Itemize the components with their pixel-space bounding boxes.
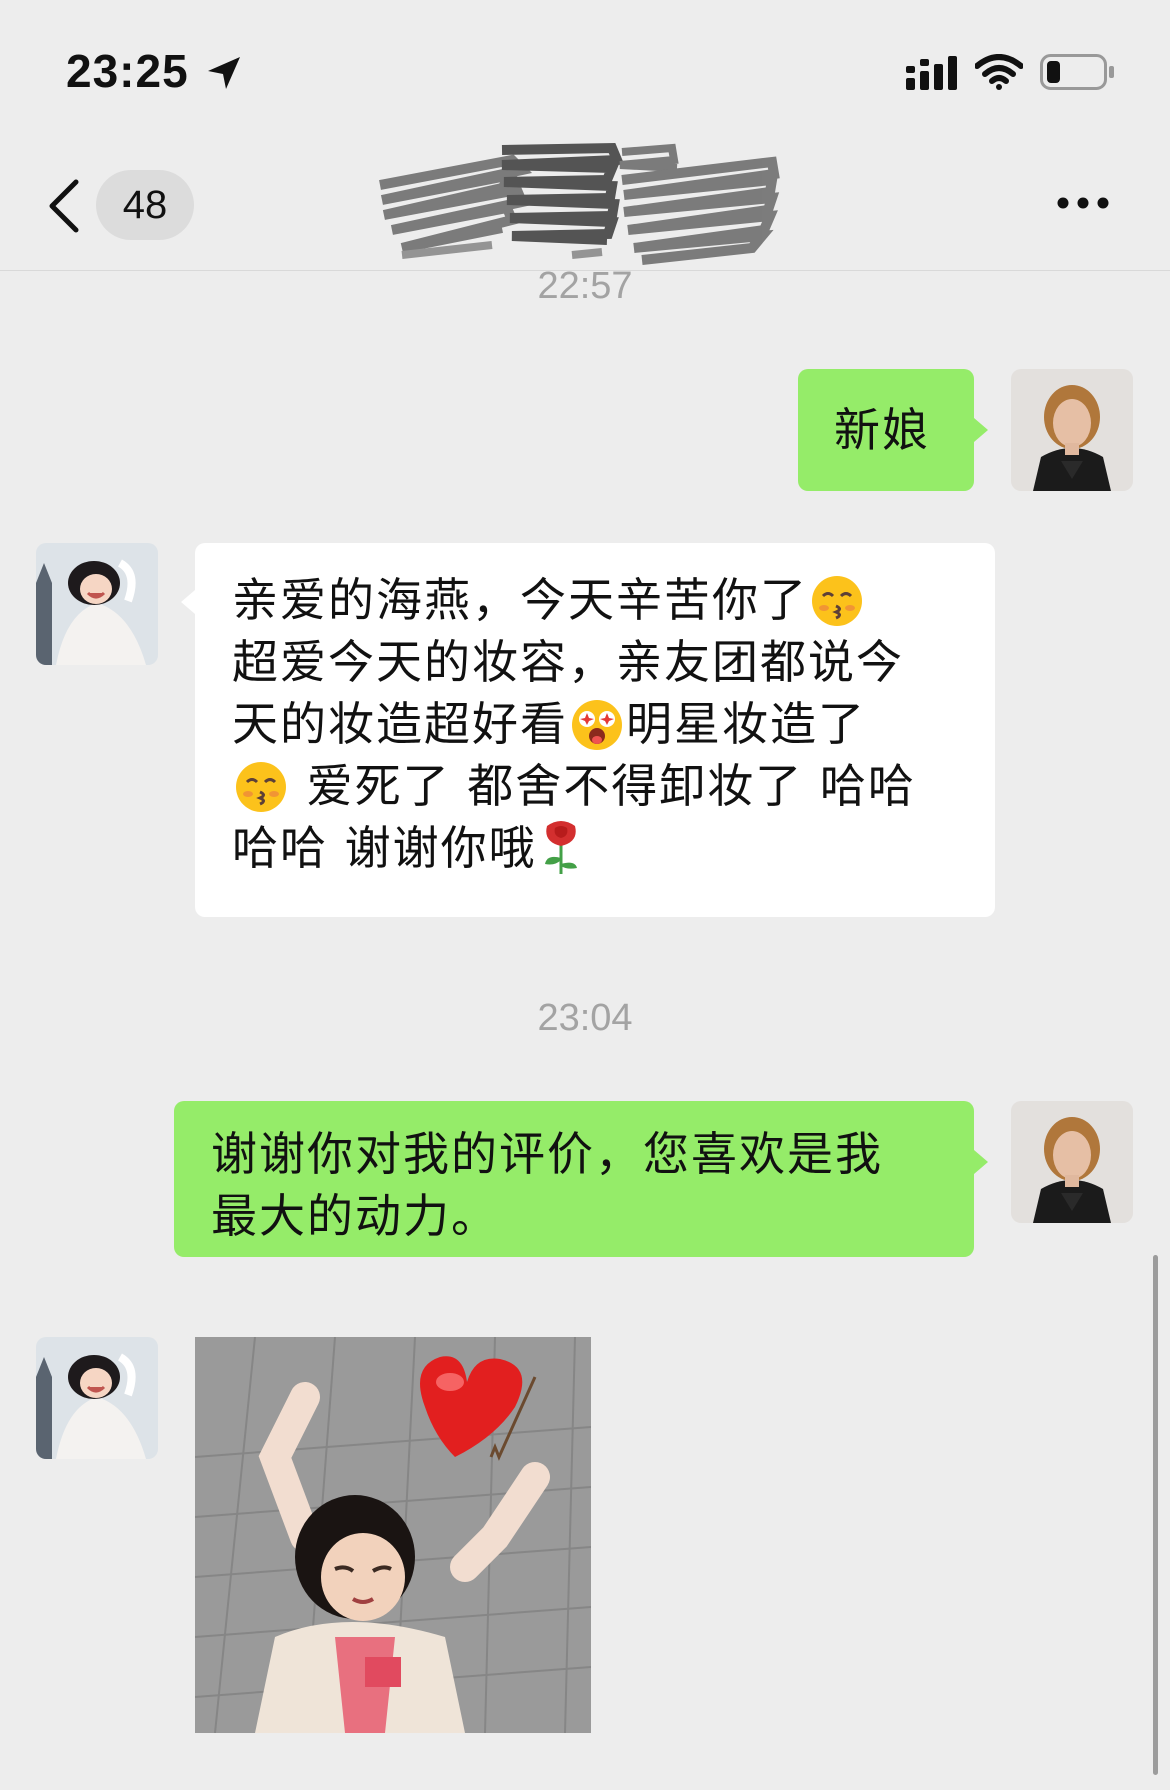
bubble-tail xyxy=(974,418,988,442)
location-arrow-icon xyxy=(208,57,240,89)
rose-emoji xyxy=(544,821,577,874)
contact-avatar[interactable] xyxy=(36,543,158,665)
message-timestamp: 23:04 xyxy=(537,997,633,1039)
more-icon[interactable] xyxy=(1056,196,1110,210)
my-avatar[interactable] xyxy=(1011,369,1133,491)
status-bar: 23:25 xyxy=(0,0,1170,140)
message-line: 亲爱的海燕，今天辛苦你了 xyxy=(232,569,995,631)
cellular-signal-icon xyxy=(906,56,957,90)
back-chevron-icon[interactable] xyxy=(46,178,82,234)
message-text: 新娘 xyxy=(834,403,930,457)
scrollbar[interactable] xyxy=(1153,1255,1158,1775)
sticker-image[interactable] xyxy=(195,1337,591,1733)
user-photo-icon xyxy=(1011,1101,1133,1223)
anime-bride-icon xyxy=(36,1337,158,1459)
received-message-bubble[interactable]: 亲爱的海燕，今天辛苦你了 超爱今天的妆容，亲友团都说今 天的妆造超好看 明星妆造了… xyxy=(195,543,995,917)
my-avatar[interactable] xyxy=(1011,1101,1133,1223)
message-line: 最大的动力。 xyxy=(211,1189,499,1243)
contact-avatar[interactable] xyxy=(36,1337,158,1459)
chat-header: 48 xyxy=(0,140,1170,271)
message-line: 超爱今天的妆容，亲友团都说今 xyxy=(232,635,904,689)
anime-bride-icon xyxy=(36,543,158,665)
user-photo-icon xyxy=(1011,369,1133,491)
heart-sticker-icon xyxy=(195,1337,591,1733)
message-line: 哈哈 谢谢你哦 xyxy=(232,817,995,879)
message-list[interactable]: 22:57 新娘 亲爱的海燕，今天辛苦你了 超爱今天的妆容，亲友团都说今 天的妆… xyxy=(0,265,1170,1790)
bubble-tail xyxy=(974,1150,988,1174)
sent-message-bubble[interactable]: 谢谢你对我的评价，您喜欢是我 最大的动力。 xyxy=(174,1101,974,1257)
message-line: 爱死了 都舍不得卸妆了 哈哈 xyxy=(232,755,995,817)
unread-count-badge[interactable]: 48 xyxy=(96,170,194,240)
status-time: 23:25 xyxy=(66,45,189,97)
message-timestamp: 22:57 xyxy=(537,265,633,307)
sent-message-bubble[interactable]: 新娘 xyxy=(798,369,974,491)
message-line: 天的妆造超好看 明星妆造了 xyxy=(232,697,866,751)
star-struck-emoji xyxy=(572,700,622,750)
wifi-icon xyxy=(975,54,1023,90)
bubble-tail xyxy=(181,590,195,614)
kissing-face-emoji xyxy=(236,762,286,812)
kissing-face-emoji xyxy=(812,576,862,626)
message-line: 谢谢你对我的评价，您喜欢是我 xyxy=(211,1127,883,1181)
battery-icon xyxy=(1040,54,1114,90)
